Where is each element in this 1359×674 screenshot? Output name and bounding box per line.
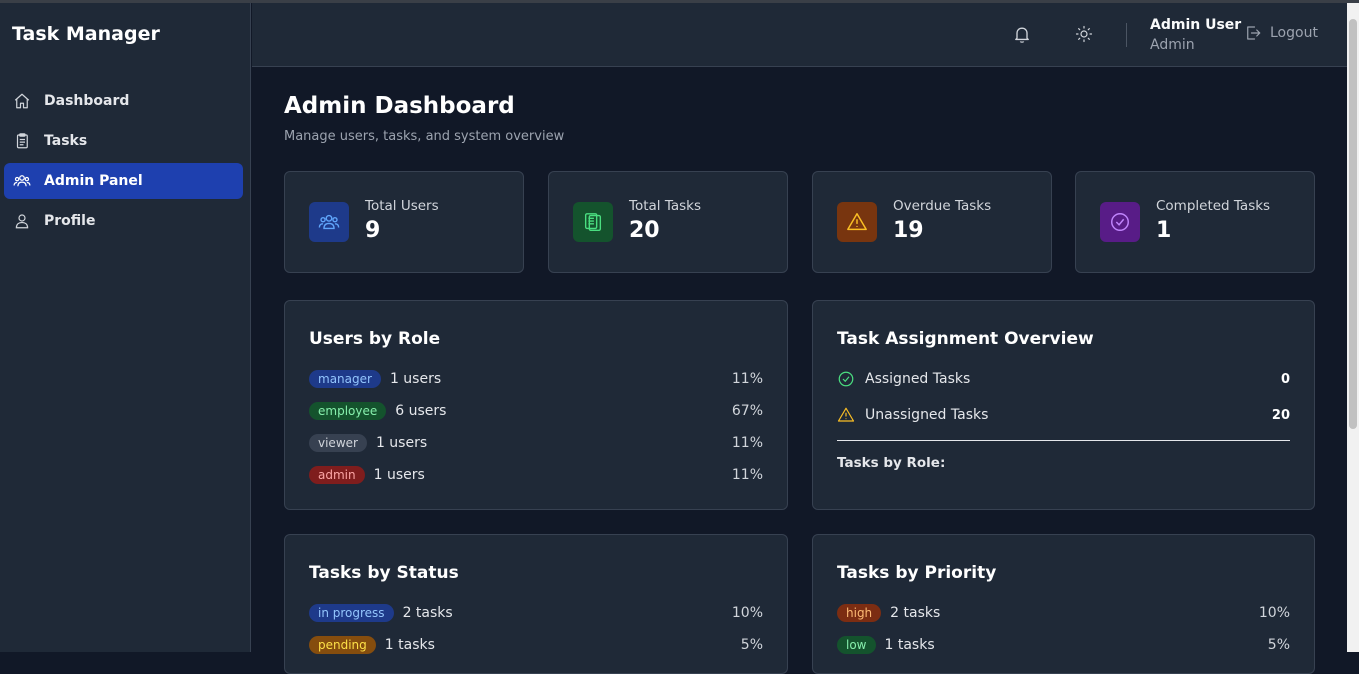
stat-card-overdue-tasks: Overdue Tasks 19 — [812, 171, 1052, 273]
role-badge-admin: admin — [309, 466, 365, 484]
row-percent: 10% — [731, 605, 763, 621]
list-item: viewer 1 users 11% — [309, 431, 763, 455]
user-icon — [12, 211, 32, 231]
check-circle-icon — [837, 370, 855, 388]
stat-value: 1 — [1156, 218, 1172, 243]
list-item: high 2 tasks 10% — [837, 601, 1290, 625]
list-item: manager 1 users 11% — [309, 367, 763, 391]
home-icon — [12, 91, 32, 111]
app-title: Task Manager — [12, 23, 160, 45]
stat-value: 20 — [629, 218, 660, 243]
stat-card-completed-tasks: Completed Tasks 1 — [1075, 171, 1315, 273]
status-badge-in-progress: in progress — [309, 604, 394, 622]
row-percent: 5% — [740, 637, 763, 653]
page-scrollbar[interactable] — [1347, 3, 1359, 652]
stat-label: Overdue Tasks — [893, 198, 992, 214]
stat-label: Completed Tasks — [1156, 198, 1271, 214]
status-badge-pending: pending — [309, 636, 376, 654]
users-icon — [12, 171, 32, 191]
list-item: pending 1 tasks 5% — [309, 633, 763, 657]
assigned-tasks-label: Assigned Tasks — [865, 371, 971, 387]
tasks-by-role-heading: Tasks by Role: — [837, 455, 946, 471]
task-assignment-panel: Task Assignment Overview Assigned Tasks … — [812, 300, 1315, 510]
page-title: Admin Dashboard — [284, 93, 515, 119]
sidebar: Task Manager Dashboard Tasks Admin Panel — [0, 3, 251, 652]
panel-title: Tasks by Status — [309, 563, 459, 583]
priority-badge-low: low — [837, 636, 876, 654]
sidebar-item-label: Admin Panel — [44, 173, 143, 189]
logout-label: Logout — [1270, 25, 1318, 41]
sidebar-nav: Dashboard Tasks Admin Panel Profile — [4, 83, 243, 243]
panel-title: Users by Role — [309, 329, 441, 349]
sun-icon[interactable] — [1073, 23, 1095, 45]
row-percent: 67% — [731, 403, 763, 419]
row-count: 1 tasks — [384, 637, 435, 653]
panel-title: Tasks by Priority — [837, 563, 997, 583]
role-badge-viewer: viewer — [309, 434, 367, 452]
sidebar-item-label: Profile — [44, 213, 96, 229]
bell-icon[interactable] — [1011, 23, 1033, 45]
page-subtitle: Manage users, tasks, and system overview — [284, 129, 565, 144]
stat-value: 9 — [365, 218, 381, 243]
list-item: Unassigned Tasks 20 — [837, 403, 1290, 427]
row-percent: 11% — [731, 435, 763, 451]
stat-label: Total Tasks — [629, 198, 701, 214]
stat-card-total-tasks: Total Tasks 20 — [548, 171, 788, 273]
sidebar-item-label: Dashboard — [44, 93, 130, 109]
warning-icon — [837, 202, 877, 242]
list-item: employee 6 users 67% — [309, 399, 763, 423]
row-count: 2 tasks — [402, 605, 453, 621]
warning-icon — [837, 406, 855, 424]
list-item: in progress 2 tasks 10% — [309, 601, 763, 625]
sidebar-item-tasks[interactable]: Tasks — [4, 123, 243, 159]
row-count: 1 users — [389, 371, 442, 387]
user-name: Admin User — [1150, 17, 1242, 33]
sidebar-item-admin-panel[interactable]: Admin Panel — [4, 163, 243, 199]
row-count: 1 users — [375, 435, 428, 451]
user-role: Admin — [1150, 37, 1195, 53]
panel-title: Task Assignment Overview — [837, 329, 1094, 349]
assigned-tasks-count: 0 — [1280, 371, 1290, 387]
role-badge-employee: employee — [309, 402, 387, 420]
row-percent: 11% — [731, 467, 763, 483]
tasks-by-status-panel: Tasks by Status in progress 2 tasks 10% … — [284, 534, 788, 674]
logout-button[interactable]: Logout — [1244, 24, 1318, 42]
row-percent: 5% — [1267, 637, 1290, 653]
divider — [837, 440, 1290, 441]
row-count: 6 users — [395, 403, 447, 419]
sidebar-item-label: Tasks — [44, 133, 88, 149]
unassigned-tasks-label: Unassigned Tasks — [865, 407, 989, 423]
row-percent: 11% — [731, 371, 763, 387]
users-by-role-panel: Users by Role manager 1 users 11% employ… — [284, 300, 788, 510]
check-circle-icon — [1100, 202, 1140, 242]
clipboard-icon — [573, 202, 613, 242]
clipboard-icon — [12, 131, 32, 151]
row-count: 1 users — [373, 467, 425, 483]
stat-card-total-users: Total Users 9 — [284, 171, 524, 273]
app-root: Task Manager Dashboard Tasks Admin Panel — [0, 3, 1347, 674]
users-icon — [309, 202, 349, 242]
list-item: admin 1 users 11% — [309, 463, 763, 487]
scrollbar-thumb[interactable] — [1349, 19, 1357, 429]
row-percent: 10% — [1258, 605, 1290, 621]
role-badge-manager: manager — [309, 370, 381, 388]
logout-icon — [1247, 26, 1261, 40]
row-count: 1 tasks — [884, 637, 935, 653]
unassigned-tasks-count: 20 — [1271, 407, 1290, 423]
stat-label: Total Users — [365, 198, 439, 214]
stat-value: 19 — [893, 218, 924, 243]
top-header: Admin User Admin Logout — [252, 3, 1347, 67]
tasks-by-priority-panel: Tasks by Priority high 2 tasks 10% low 1… — [812, 534, 1315, 674]
list-item: low 1 tasks 5% — [837, 633, 1290, 657]
sidebar-item-dashboard[interactable]: Dashboard — [4, 83, 243, 119]
row-count: 2 tasks — [890, 605, 941, 621]
priority-badge-high: high — [837, 604, 882, 622]
list-item: Assigned Tasks 0 — [837, 367, 1290, 391]
header-divider — [1126, 23, 1127, 47]
sidebar-item-profile[interactable]: Profile — [4, 203, 243, 239]
